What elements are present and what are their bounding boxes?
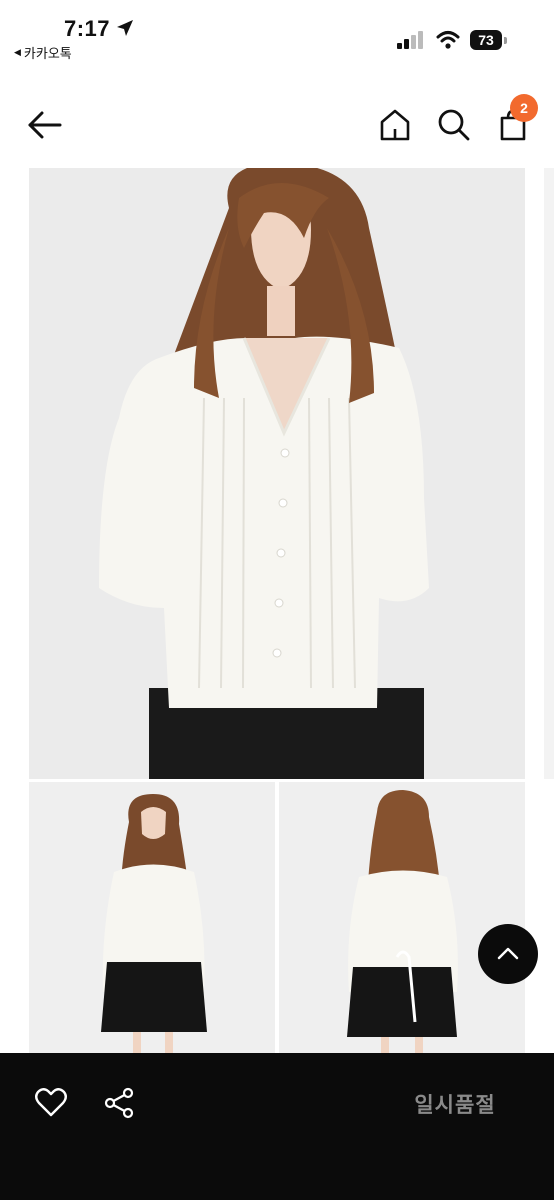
app-header: 2 <box>0 94 554 158</box>
back-triangle-icon: ◀ <box>14 47 21 57</box>
battery-level: 73 <box>470 30 502 50</box>
model-photo-front-closeup <box>29 168 525 779</box>
heart-icon[interactable] <box>34 1087 68 1119</box>
share-icon[interactable] <box>102 1086 136 1120</box>
model-photo-back-full <box>279 782 525 1057</box>
sold-out-label: 일시품절 <box>414 1093 496 1117</box>
status-bar: 7:17 ◀ 카카오톡 73 <box>0 0 554 64</box>
chevron-up-icon <box>497 947 519 960</box>
back-to-app-link[interactable]: ◀ 카카오톡 <box>14 43 72 62</box>
wifi-icon <box>436 31 460 49</box>
product-thumbnail-front[interactable] <box>29 782 275 1057</box>
arrow-left-icon[interactable] <box>26 107 64 143</box>
search-icon[interactable] <box>437 108 471 142</box>
product-main-image[interactable] <box>29 168 525 779</box>
next-image-peek <box>544 168 554 779</box>
signal-icon <box>397 31 423 49</box>
status-time: 7:17 <box>64 16 111 41</box>
model-photo-front-full <box>29 782 275 1057</box>
product-thumbnail-back[interactable] <box>279 782 525 1057</box>
location-arrow-icon <box>117 20 133 36</box>
home-icon[interactable] <box>378 108 412 142</box>
battery-icon: 73 <box>470 30 508 50</box>
bottom-action-bar: 일시품절 <box>0 1053 554 1200</box>
cart-count-badge: 2 <box>510 94 538 122</box>
back-app-label: 카카오톡 <box>23 46 72 61</box>
scroll-to-top-button[interactable] <box>478 924 538 984</box>
